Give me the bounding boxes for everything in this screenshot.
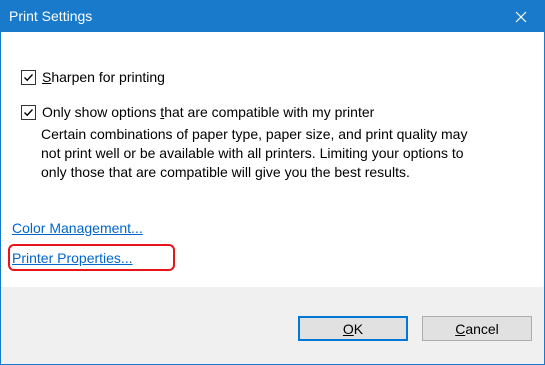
compatible-description: Certain combinations of paper type, pape… (41, 125, 531, 182)
ok-button-label: OK (342, 320, 364, 337)
close-button[interactable] (498, 1, 544, 32)
description-line: Certain combinations of paper type, pape… (41, 126, 468, 142)
cancel-button-label: Cancel (455, 320, 499, 337)
cancel-button[interactable]: Cancel (422, 316, 532, 341)
ok-button[interactable]: OK (298, 316, 408, 341)
dialog-title: Print Settings (9, 8, 93, 24)
checkmark-icon (24, 74, 34, 82)
sharpen-checkbox[interactable] (21, 70, 36, 85)
checkmark-icon (24, 109, 34, 117)
sharpen-option[interactable]: Sharpen for printing (21, 68, 165, 86)
compatible-label: Only show options that are compatible wi… (42, 104, 375, 120)
description-line: not print well or be available with all … (41, 145, 464, 161)
compatible-option[interactable]: Only show options that are compatible wi… (21, 103, 374, 121)
description-line: only those that are compatible will give… (41, 164, 410, 180)
color-management-link[interactable]: Color Management... (12, 220, 143, 236)
close-icon (515, 11, 527, 22)
compatible-checkbox[interactable] (21, 105, 36, 120)
title-bar: Print Settings (1, 1, 544, 32)
highlight-annotation (8, 244, 175, 271)
print-settings-dialog: Print Settings Sharpen for printing Only… (0, 0, 545, 365)
sharpen-label: Sharpen for printing (42, 69, 165, 85)
